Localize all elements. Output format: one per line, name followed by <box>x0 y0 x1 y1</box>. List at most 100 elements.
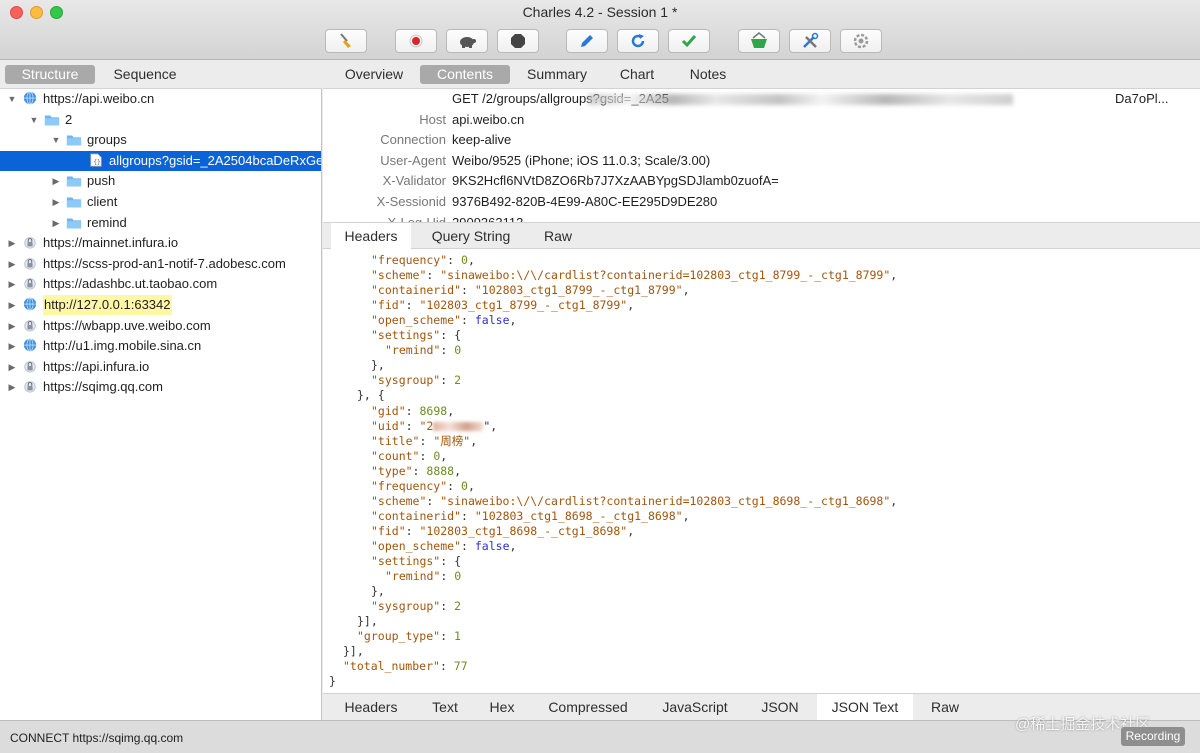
disclosure-expanded-icon[interactable]: ▼ <box>28 110 40 130</box>
tab-notes[interactable]: Notes <box>679 65 737 84</box>
tree-row[interactable]: ▼ https://api.weibo.cn <box>0 89 321 109</box>
json-key: "fid" <box>371 298 406 313</box>
json-value: false <box>474 538 510 553</box>
json-value: "102803_ctg1_8799_-_ctg1_8799" <box>474 283 683 298</box>
request-tab-query-string[interactable]: Query String <box>419 223 523 249</box>
tab-summary[interactable]: Summary <box>519 65 595 84</box>
globe-icon <box>23 297 37 311</box>
disclosure-collapsed-icon[interactable]: ▶ <box>6 295 18 315</box>
tab-sequence[interactable]: Sequence <box>100 65 190 84</box>
response-tab-text[interactable]: Text <box>419 694 471 720</box>
json-key: "total_number" <box>343 659 440 674</box>
disclosure-collapsed-icon[interactable]: ▶ <box>6 274 18 294</box>
tree-row[interactable]: ▶ https://api.infura.io <box>0 357 321 377</box>
json-line: "scheme": "sinaweibo:\/\/cardlist?contai… <box>371 493 898 508</box>
json-value: 2 <box>454 599 462 614</box>
tree-row[interactable]: ▶ client <box>0 192 321 212</box>
json-value: }, <box>371 358 385 373</box>
json-value: 2 <box>454 373 462 388</box>
response-tab-headers[interactable]: Headers <box>331 694 411 720</box>
response-tab-javascript[interactable]: JavaScript <box>651 694 739 720</box>
json-key: "uid" <box>371 418 406 433</box>
json-key: "remind" <box>385 569 441 584</box>
json-value: "sinaweibo:\/\/cardlist?containerid=1028… <box>440 493 891 508</box>
header-value: 2909363113 <box>452 213 523 222</box>
disclosure-collapsed-icon[interactable]: ▶ <box>50 213 62 233</box>
checkmark-button[interactable] <box>668 29 710 53</box>
json-value: { <box>454 328 462 343</box>
tree-row[interactable]: ▶ remind <box>0 213 321 233</box>
disclosure-expanded-icon[interactable]: ▼ <box>6 89 18 109</box>
tree-row[interactable]: ▶ https://wbapp.uve.weibo.com <box>0 316 321 336</box>
tree-row[interactable]: ▶ https://sqimg.qq.com <box>0 377 321 397</box>
tree-row-label: allgroups?gsid=_2A2504bcaDeRxGe <box>109 152 322 168</box>
structure-tree: ▼ https://api.weibo.cn ▼ 2 ▼ groups {} allgroup… <box>0 89 322 720</box>
json-line: "settings": { <box>371 554 462 568</box>
left-tab-bar: Structure Sequence <box>0 60 322 89</box>
tree-row-label: https://mainnet.infura.io <box>43 235 179 251</box>
request-tab-headers[interactable]: Headers <box>331 223 411 249</box>
disclosure-collapsed-icon[interactable]: ▶ <box>6 377 18 397</box>
response-json-text[interactable]: "frequency": 0, "scheme": "sinaweibo:\/\/… <box>323 249 1200 693</box>
recording-badge[interactable]: Recording <box>1121 727 1185 746</box>
tab-contents[interactable]: Contents <box>420 65 510 84</box>
tree-row[interactable]: ▶ push <box>0 171 321 191</box>
json-line: "open_scheme": false, <box>371 538 517 553</box>
json-key: "scheme" <box>371 493 427 508</box>
record-button[interactable] <box>395 29 437 53</box>
response-tab-hex[interactable]: Hex <box>479 694 525 720</box>
tree-row[interactable]: {} allgroups?gsid=_2A2504bcaDeRxGe <box>0 150 322 171</box>
stop-icon <box>509 32 527 50</box>
lock-icon <box>24 319 36 332</box>
tree-row[interactable]: ▶ https://adashbc.ut.taobao.com <box>0 274 321 294</box>
tab-structure[interactable]: Structure <box>5 65 95 84</box>
json-value: } <box>329 674 336 689</box>
header-row: User-Agent Weibo/9525 (iPhone; iOS 11.0.3… <box>323 151 1200 171</box>
broom-button[interactable] <box>325 29 367 53</box>
tab-chart[interactable]: Chart <box>607 65 667 84</box>
json-value: 0 <box>454 569 462 584</box>
json-key: "open_scheme" <box>371 313 462 328</box>
tree-row[interactable]: ▶ http://127.0.0.1:63342 <box>0 295 321 315</box>
json-value: }, <box>371 584 385 599</box>
pen-button[interactable] <box>566 29 608 53</box>
tree-row[interactable]: ▶ http://u1.img.mobile.sina.cn <box>0 336 321 356</box>
disclosure-collapsed-icon[interactable]: ▶ <box>6 254 18 274</box>
disclosure-collapsed-icon[interactable]: ▶ <box>6 357 18 377</box>
stop-button[interactable] <box>497 29 539 53</box>
basket-button[interactable] <box>738 29 780 53</box>
turtle-button[interactable] <box>446 29 488 53</box>
refresh-button[interactable] <box>617 29 659 53</box>
svg-text:{}: {} <box>93 158 101 165</box>
broom-icon <box>337 32 355 50</box>
tree-row[interactable]: ▼ groups <box>0 130 321 150</box>
tree-row[interactable]: ▶ https://mainnet.infura.io <box>0 233 321 253</box>
tab-overview[interactable]: Overview <box>337 65 411 84</box>
disclosure-collapsed-icon[interactable]: ▶ <box>50 192 62 212</box>
tree-row-label: client <box>87 194 118 209</box>
disclosure-collapsed-icon[interactable]: ▶ <box>50 171 62 191</box>
json-value: 0 <box>454 343 462 358</box>
settings-button[interactable] <box>840 29 882 53</box>
tools-button[interactable] <box>789 29 831 53</box>
json-key: "remind" <box>385 343 441 358</box>
disclosure-collapsed-icon[interactable]: ▶ <box>6 316 18 336</box>
json-value: "102803_ctg1_8698_-_ctg1_8698" <box>474 508 683 523</box>
response-tab-json[interactable]: JSON <box>749 694 811 720</box>
response-tab-raw[interactable]: Raw <box>919 694 971 720</box>
disclosure-expanded-icon[interactable]: ▼ <box>50 130 62 150</box>
request-tab-raw[interactable]: Raw <box>531 223 585 249</box>
json-value: 0 <box>433 448 441 463</box>
response-tab-compressed[interactable]: Compressed <box>535 694 641 720</box>
json-line: "settings": { <box>371 328 462 343</box>
json-key: "count" <box>371 448 420 463</box>
json-line: "count": 0, <box>371 448 448 463</box>
tree-row[interactable]: ▶ https://scss-prod-an1-notif-7.adobesc.c… <box>0 254 321 274</box>
disclosure-collapsed-icon[interactable]: ▶ <box>6 233 18 253</box>
disclosure-collapsed-icon[interactable]: ▶ <box>6 336 18 356</box>
basket-icon <box>749 32 769 50</box>
response-tab-json-text[interactable]: JSON Text <box>817 694 913 720</box>
tree-row[interactable]: ▼ 2 <box>0 110 321 130</box>
json-line: "open_scheme": false, <box>371 313 517 328</box>
json-key: "fid" <box>371 523 406 538</box>
